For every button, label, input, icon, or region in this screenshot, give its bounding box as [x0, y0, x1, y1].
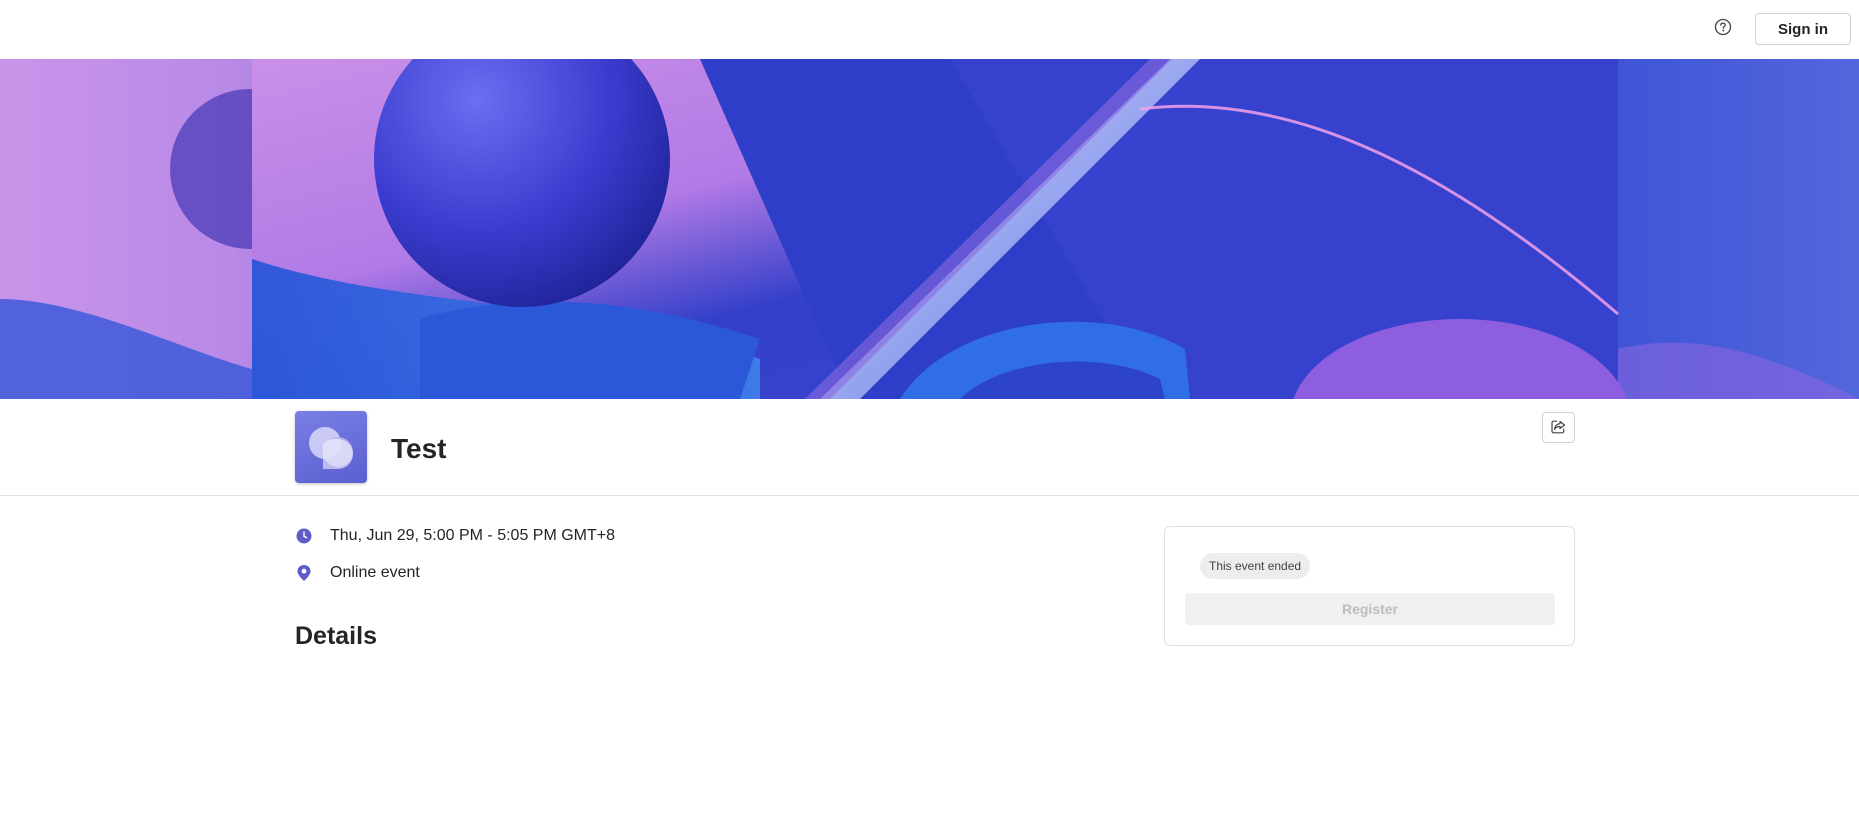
question-circle-icon: [1714, 18, 1732, 41]
registration-card: This event ended Register: [1164, 526, 1575, 646]
help-button[interactable]: [1712, 18, 1734, 40]
event-datetime: Thu, Jun 29, 5:00 PM - 5:05 PM GMT+8: [330, 527, 616, 544]
share-icon: [1550, 418, 1567, 438]
clock-icon: [295, 527, 313, 545]
event-location: Online event: [330, 564, 420, 581]
event-status-badge: This event ended: [1200, 553, 1311, 579]
event-header: Test: [0, 399, 1859, 496]
share-button[interactable]: [1542, 412, 1575, 443]
register-button[interactable]: Register: [1185, 593, 1555, 625]
sign-in-button[interactable]: Sign in: [1755, 13, 1851, 45]
details-heading: Details: [295, 622, 377, 650]
event-title: Test: [391, 433, 447, 464]
teams-event-chat-bubbles-icon: [295, 411, 367, 483]
event-location-row: Online event: [295, 564, 420, 582]
event-datetime-row: Thu, Jun 29, 5:00 PM - 5:05 PM GMT+8: [295, 527, 615, 545]
top-bar: Sign in: [0, 0, 1859, 59]
banner-image: [0, 59, 1859, 399]
location-pin-icon: [295, 564, 313, 582]
event-banner: [0, 59, 1859, 399]
